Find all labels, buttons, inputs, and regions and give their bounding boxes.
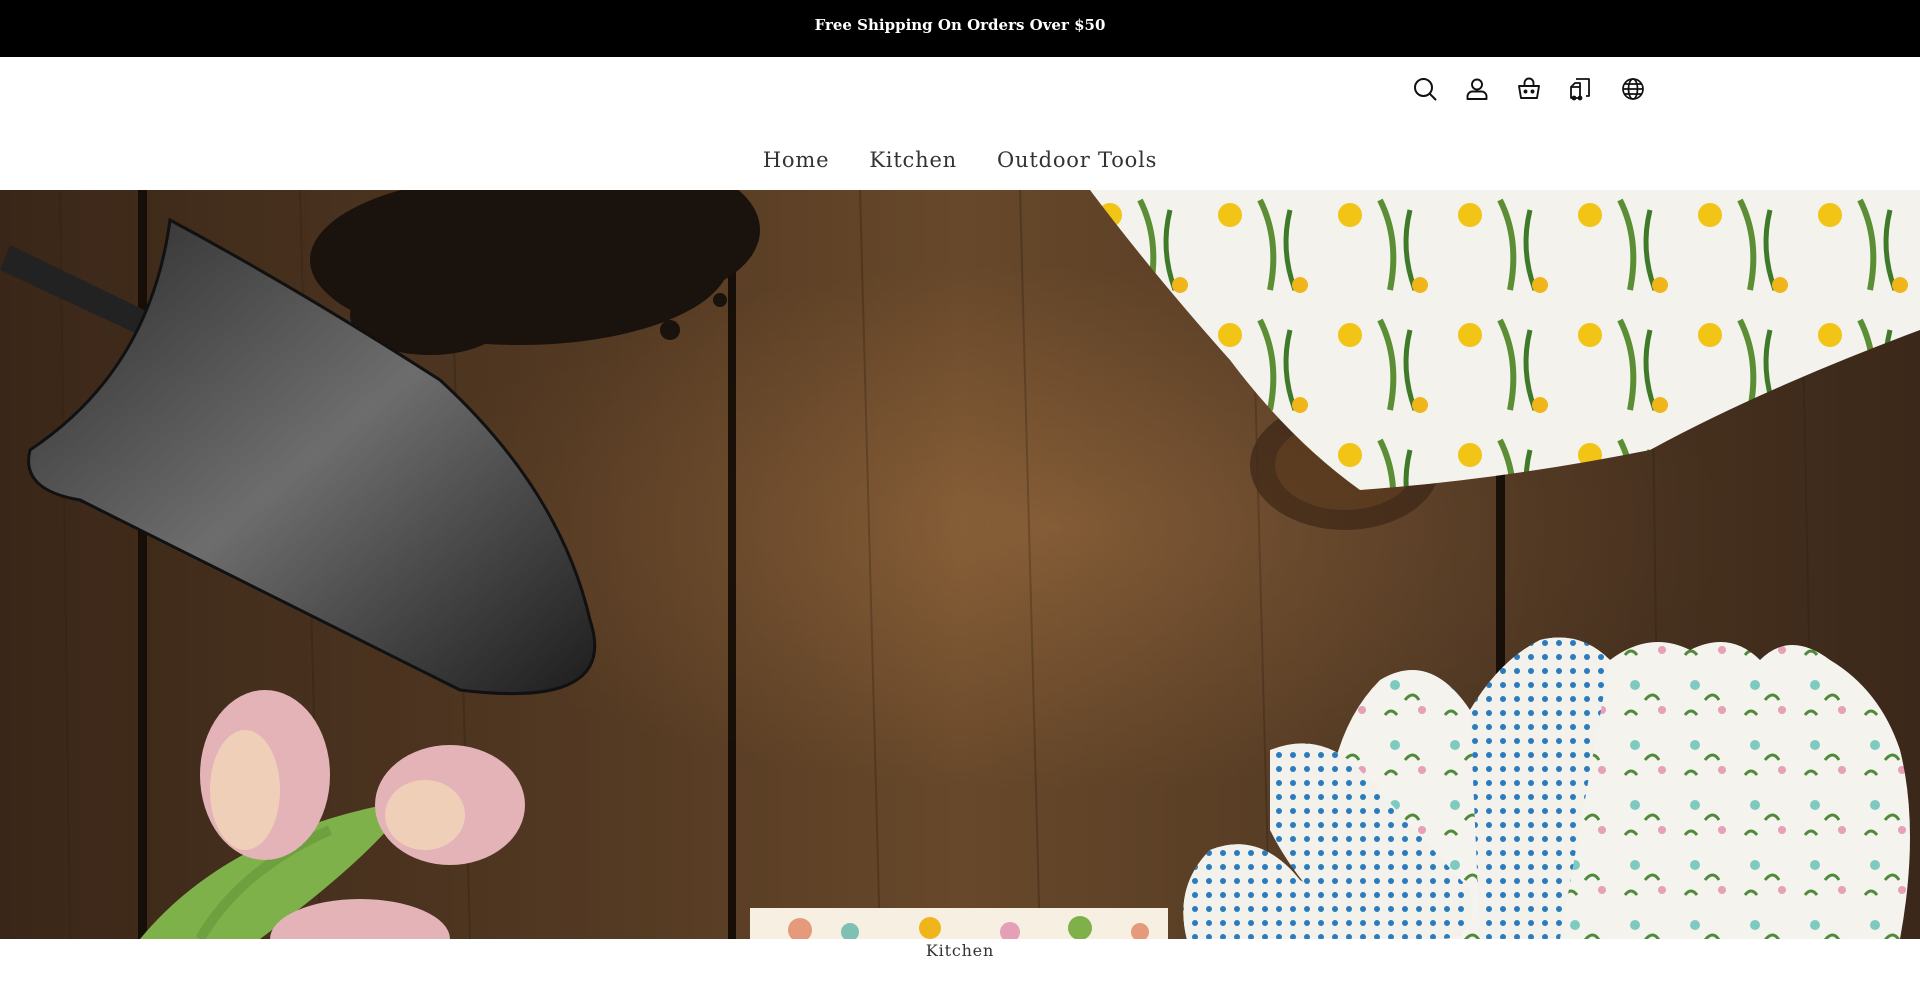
account-icon[interactable] (1464, 76, 1490, 102)
announcement-text: Free Shipping On Orders Over $50 (814, 15, 1106, 34)
section-caption: Kitchen (925, 941, 995, 960)
order-tracking-icon[interactable] (1568, 76, 1594, 102)
globe-icon[interactable] (1620, 76, 1646, 102)
hero-image (0, 190, 1920, 939)
main-nav: Home Kitchen Outdoor Tools (0, 148, 1920, 172)
nav-item-home[interactable]: Home (763, 148, 830, 172)
nav-item-kitchen[interactable]: Kitchen (869, 148, 957, 172)
hero-banner[interactable] (0, 190, 1920, 939)
announcement-bar: Free Shipping On Orders Over $50 (0, 0, 1920, 57)
search-icon[interactable] (1412, 76, 1438, 102)
cart-icon[interactable] (1516, 76, 1542, 102)
header-icons (1412, 76, 1646, 102)
nav-item-outdoor-tools[interactable]: Outdoor Tools (997, 148, 1157, 172)
